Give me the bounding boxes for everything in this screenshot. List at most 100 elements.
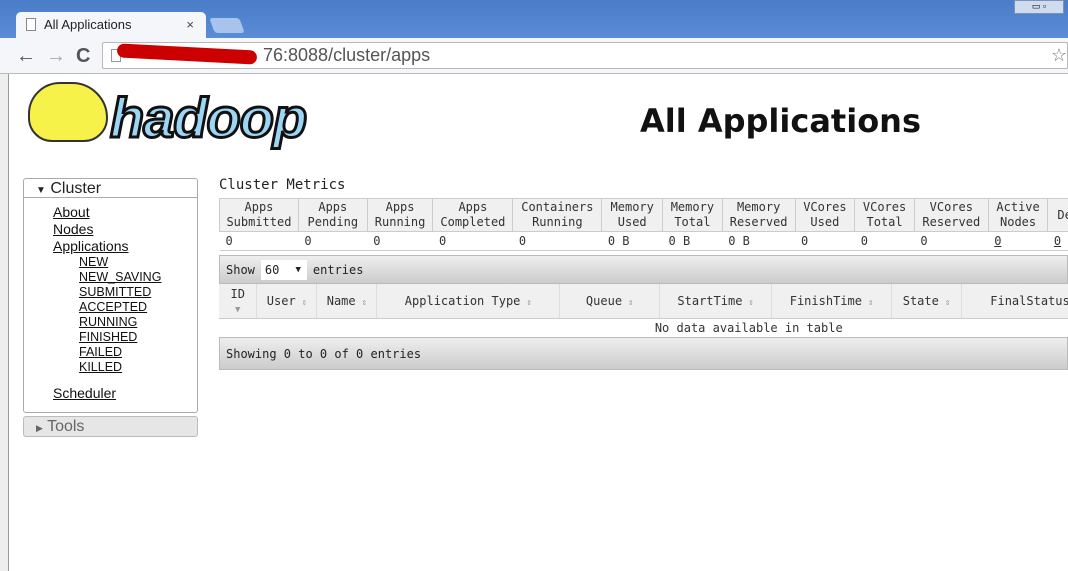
reload-icon[interactable]: C bbox=[76, 46, 90, 66]
metric-header: VCores Total bbox=[854, 198, 915, 232]
sort-icon: ⇕ bbox=[867, 297, 874, 308]
metric-header: Active Nodes bbox=[987, 198, 1049, 232]
metric-header-line: Total bbox=[674, 215, 711, 229]
metric-header: Apps Submitted bbox=[219, 198, 299, 232]
entries-label: entries bbox=[312, 263, 364, 277]
metric-header-line: Active bbox=[996, 200, 1040, 214]
show-label: Show bbox=[226, 263, 255, 277]
empty-row: No data available in table bbox=[219, 318, 1068, 337]
column-label: State bbox=[902, 293, 939, 308]
metric-value: 0 bbox=[367, 231, 433, 251]
metric-header-line: Memory bbox=[670, 200, 715, 214]
metric-header-line: Memory bbox=[610, 200, 654, 214]
metric-header-line: Pending bbox=[307, 215, 359, 229]
metric-header: VCores Reserved bbox=[913, 198, 989, 232]
sidebar: ▼ Cluster About Nodes Applications NEW N… bbox=[23, 178, 198, 437]
metric-header-line: Apps bbox=[458, 200, 488, 214]
metric-header: Dec bbox=[1047, 198, 1068, 232]
cluster-label: Cluster bbox=[50, 180, 102, 197]
metric-header-line: Total bbox=[866, 215, 903, 229]
window-controls[interactable]: ▭ ▫ bbox=[1014, 0, 1064, 14]
sidebar-item-about[interactable]: About bbox=[53, 204, 197, 221]
metric-header-line: Apps bbox=[244, 200, 274, 214]
metric-value[interactable]: 0 bbox=[1047, 231, 1068, 251]
metric-value[interactable]: 0 bbox=[988, 231, 1048, 251]
column-label: ID bbox=[230, 286, 245, 301]
column-label: FinalStatus bbox=[990, 293, 1068, 308]
column-label: StartTime bbox=[677, 293, 743, 308]
metric-header-line: Completed bbox=[440, 215, 506, 229]
column-header[interactable]: Name ⇕ bbox=[316, 284, 378, 319]
metric-value: 0 bbox=[512, 231, 602, 251]
browser-tab[interactable]: All Applications × bbox=[16, 12, 206, 39]
column-header[interactable]: FinalStatus bbox=[961, 284, 1068, 319]
state-killed[interactable]: KILLED bbox=[79, 360, 197, 375]
triangle-right-icon: ▶ bbox=[36, 423, 43, 433]
column-header[interactable]: StartTime ⇕ bbox=[659, 284, 773, 319]
empty-message: No data available in table bbox=[654, 320, 843, 335]
column-header[interactable]: FinishTime ⇕ bbox=[771, 284, 893, 319]
column-header[interactable]: State ⇕ bbox=[891, 284, 962, 319]
metric-value: 0 bbox=[914, 231, 989, 251]
new-tab-button[interactable] bbox=[209, 18, 245, 33]
state-new-saving[interactable]: NEW_SAVING bbox=[79, 270, 197, 285]
state-accepted[interactable]: ACCEPTED bbox=[79, 300, 197, 315]
metric-header: Containers Running bbox=[512, 198, 603, 232]
metric-header-line: Dec bbox=[1057, 207, 1068, 222]
browser-toolbar: ← → C 76:8088/cluster/apps ☆ bbox=[0, 38, 1068, 74]
metric-header-line: Reserved bbox=[922, 215, 981, 229]
applications-table: ID ▼ User ⇕ Name ⇕ Application Type ⇕ Queue ⇕ Star… bbox=[219, 284, 1068, 337]
address-bar[interactable]: 76:8088/cluster/apps ☆ bbox=[102, 42, 1068, 69]
state-new[interactable]: NEW bbox=[79, 255, 197, 270]
metric-header: Memory Reserved bbox=[721, 198, 796, 232]
forward-icon[interactable]: → bbox=[46, 46, 66, 66]
state-finished[interactable]: FINISHED bbox=[79, 330, 197, 345]
sort-icon: ⇕ bbox=[944, 297, 951, 308]
metric-header-line: VCores bbox=[862, 200, 907, 214]
metric-header-line: Used bbox=[617, 215, 647, 229]
cluster-header[interactable]: ▼ Cluster bbox=[24, 179, 197, 198]
tools-header[interactable]: ▶ Tools bbox=[23, 416, 198, 437]
column-label: FinishTime bbox=[789, 293, 862, 308]
cluster-metrics-table: Apps Submitted Apps Pending Apps Running Apps C… bbox=[219, 198, 1068, 251]
metric-value: 0 bbox=[298, 231, 368, 251]
column-header[interactable]: Application Type ⇕ bbox=[376, 284, 561, 319]
metric-header: Apps Completed bbox=[432, 198, 514, 232]
sidebar-item-scheduler[interactable]: Scheduler bbox=[53, 385, 197, 402]
state-running[interactable]: RUNNING bbox=[79, 315, 197, 330]
metric-header-line: Nodes bbox=[1000, 215, 1037, 229]
metric-header-line: VCores bbox=[929, 200, 973, 214]
sidebar-item-applications[interactable]: Applications bbox=[53, 238, 197, 255]
column-label: Queue bbox=[585, 293, 623, 308]
tab-title: All Applications bbox=[44, 17, 132, 32]
sort-icon: ⇕ bbox=[361, 297, 368, 308]
sidebar-item-nodes[interactable]: Nodes bbox=[53, 221, 197, 238]
sort-desc-icon: ▼ bbox=[235, 304, 241, 315]
page-title: All Applications bbox=[640, 102, 921, 140]
metric-header: VCores Used bbox=[794, 198, 856, 232]
state-submitted[interactable]: SUBMITTED bbox=[79, 285, 197, 300]
cluster-section: ▼ Cluster About Nodes Applications NEW N… bbox=[23, 178, 198, 413]
column-header[interactable]: ID ▼ bbox=[219, 284, 258, 319]
main-content: Cluster Metrics Apps Submitted Apps Pending… bbox=[219, 176, 1068, 370]
dropdown-arrow-icon: ▼ bbox=[295, 265, 301, 275]
hadoop-logo[interactable]: hadoop bbox=[28, 82, 328, 152]
metric-header-line: Memory bbox=[736, 200, 781, 214]
column-header[interactable]: Queue ⇕ bbox=[559, 284, 661, 319]
metric-header: Memory Used bbox=[601, 198, 664, 232]
elephant-icon bbox=[28, 82, 108, 142]
metric-header-line: VCores bbox=[803, 200, 847, 214]
column-label: User bbox=[266, 293, 296, 308]
back-icon[interactable]: ← bbox=[16, 46, 36, 66]
page-size-select[interactable]: 60 ▼ bbox=[260, 260, 307, 280]
column-label: Application Type bbox=[404, 293, 521, 308]
metric-header-line: Apps bbox=[385, 200, 415, 214]
background-window-edge bbox=[0, 74, 9, 571]
close-tab-icon[interactable]: × bbox=[186, 17, 194, 32]
sort-icon: ⇕ bbox=[628, 297, 634, 308]
state-failed[interactable]: FAILED bbox=[79, 345, 197, 360]
metric-header: Memory Total bbox=[662, 198, 723, 232]
bookmark-star-icon[interactable]: ☆ bbox=[1051, 45, 1067, 66]
column-header[interactable]: User ⇕ bbox=[256, 284, 318, 319]
metric-header-line: Containers bbox=[521, 200, 594, 214]
